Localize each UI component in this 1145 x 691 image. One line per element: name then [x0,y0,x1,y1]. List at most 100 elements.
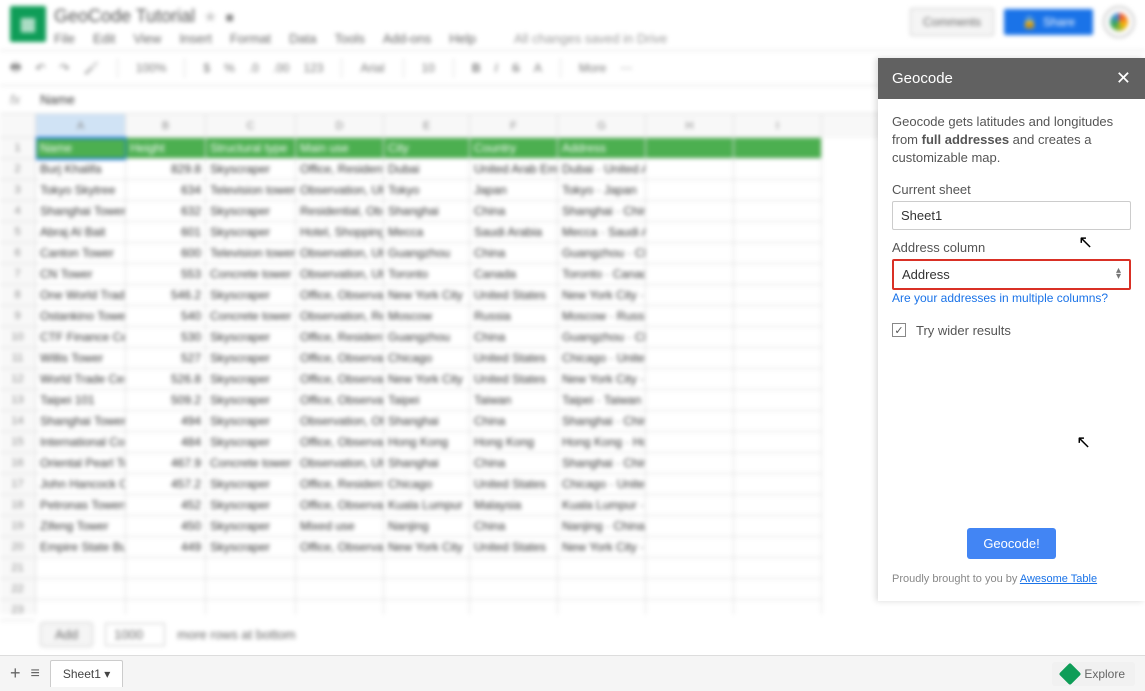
row-header[interactable]: 4 [0,201,35,222]
cell[interactable] [558,600,646,614]
cell[interactable]: Office, Observation [296,390,384,411]
cell[interactable] [734,159,822,180]
cell[interactable] [126,558,206,579]
cell[interactable]: Concrete tower [206,453,296,474]
cell[interactable]: International Commerce Centre [36,432,126,453]
wider-results-checkbox[interactable]: ✓ [892,323,906,337]
cell[interactable]: New York City · United States [558,537,646,558]
cell[interactable] [734,243,822,264]
menu-insert[interactable]: Insert [179,31,212,46]
menu-file[interactable]: File [54,31,75,46]
menu-help[interactable]: Help [449,31,476,46]
cell[interactable]: Toronto [384,264,470,285]
cell[interactable]: 546.2 [126,285,206,306]
cell[interactable]: Moscow · Russia [558,306,646,327]
row-header[interactable]: 14 [0,411,35,432]
cell[interactable]: Canada [470,264,558,285]
cell[interactable]: United States [470,474,558,495]
cell[interactable]: Shanghai · China [558,453,646,474]
cell[interactable]: Skyscraper [206,201,296,222]
cell[interactable] [734,516,822,537]
cell[interactable] [734,369,822,390]
cell[interactable]: Skyscraper [206,327,296,348]
document-title[interactable]: GeoCode Tutorial [54,6,195,27]
cell[interactable] [734,453,822,474]
current-sheet-input[interactable]: Sheet1 [892,201,1131,230]
cell[interactable]: Observation, UHF [296,264,384,285]
cell[interactable]: United States [470,369,558,390]
cell[interactable]: Guangzhou [384,327,470,348]
cell[interactable]: Skyscraper [206,411,296,432]
row-header[interactable]: 3 [0,180,35,201]
cell[interactable]: 527 [126,348,206,369]
menu-data[interactable]: Data [289,31,316,46]
cell[interactable] [36,558,126,579]
row-header[interactable]: 1 [0,138,35,159]
cell[interactable] [646,159,734,180]
cell[interactable]: Abraj Al Bait [36,222,126,243]
cell[interactable]: New York City [384,285,470,306]
comments-button[interactable]: Comments [910,8,994,36]
row-header[interactable]: 15 [0,432,35,453]
cell[interactable]: Hotel, Shopping [296,222,384,243]
cell[interactable]: 457.2 [126,474,206,495]
cell[interactable]: Office, Observation [296,432,384,453]
cell[interactable] [558,558,646,579]
cell[interactable]: Hong Kong [470,432,558,453]
currency-button[interactable]: $ [203,61,210,75]
row-header[interactable]: 8 [0,285,35,306]
cell[interactable]: 530 [126,327,206,348]
cell[interactable] [384,558,470,579]
cell[interactable]: Skyscraper [206,432,296,453]
cell[interactable]: Office, Residential [296,159,384,180]
cell[interactable]: Shanghai Tower [36,411,126,432]
cell[interactable]: Canton Tower [36,243,126,264]
menu-edit[interactable]: Edit [93,31,115,46]
menu-format[interactable]: Format [230,31,271,46]
cell[interactable]: Chicago · United States [558,348,646,369]
cell[interactable] [646,411,734,432]
cell[interactable] [646,348,734,369]
cell[interactable]: Mecca [384,222,470,243]
cell[interactable]: Observation, UHF [296,243,384,264]
cell[interactable] [734,600,822,614]
cell[interactable] [646,495,734,516]
paint-format-icon[interactable]: 🖌 [83,61,98,75]
cell[interactable]: Observation, UHF [296,180,384,201]
geocode-button[interactable]: Geocode! [967,528,1055,559]
row-header[interactable]: 23 [0,600,35,621]
cell[interactable]: Skyscraper [206,516,296,537]
cell[interactable] [384,600,470,614]
row-header[interactable]: 17 [0,474,35,495]
cell[interactable]: Malaysia [470,495,558,516]
cell[interactable]: Empire State Building [36,537,126,558]
cell[interactable]: 632 [126,201,206,222]
more-button[interactable]: More [579,61,606,75]
cell[interactable]: Residential, Observation [296,201,384,222]
bold-button[interactable]: B [472,61,481,75]
address-column-select[interactable]: Address ▴▾ [892,259,1131,290]
cell[interactable] [734,432,822,453]
cell[interactable] [126,600,206,614]
cell[interactable]: Petronas Towers [36,495,126,516]
cell[interactable]: Office, Observation [296,495,384,516]
menu-tools[interactable]: Tools [334,31,364,46]
number-format-button[interactable]: 123 [303,61,323,75]
font-size-select[interactable]: 10 [422,61,435,75]
cell[interactable]: Hong Kong [384,432,470,453]
cell[interactable]: Mixed use [296,516,384,537]
cell[interactable]: Address [558,138,646,159]
cell[interactable] [36,579,126,600]
cell[interactable] [646,180,734,201]
cell[interactable]: United Arab Emirates [470,159,558,180]
print-icon[interactable]: 🖶 [10,58,21,79]
cell[interactable] [646,432,734,453]
cell[interactable] [470,558,558,579]
explore-button[interactable]: Explore [1052,662,1135,686]
cell[interactable] [646,285,734,306]
cell[interactable]: City [384,138,470,159]
row-header[interactable]: 20 [0,537,35,558]
cell[interactable]: Shanghai · China [558,201,646,222]
cell[interactable]: Ostankino Tower [36,306,126,327]
cell[interactable]: Guangzhou · China [558,243,646,264]
